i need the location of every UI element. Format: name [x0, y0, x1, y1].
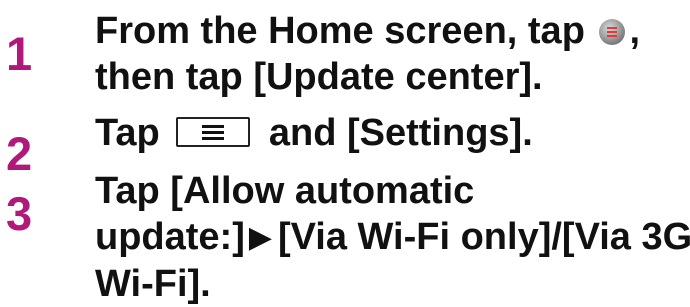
home-screen-apps-icon — [597, 12, 627, 45]
step-text-segment: then tap [Update center]. — [95, 56, 543, 98]
step-number: 2 — [6, 127, 33, 180]
menu-key-icon — [176, 117, 251, 147]
step-text-segment: update:] — [95, 216, 245, 258]
step-number: 1 — [6, 27, 33, 80]
step-text: Tap and [Settings]. — [95, 110, 685, 156]
step-text-segment: and [Settings]. — [268, 112, 533, 154]
right-triangle-arrow-icon: ▶ — [248, 221, 272, 254]
step-text-segment: Wi-Fi]. — [95, 263, 211, 305]
step-number: 3 — [6, 187, 33, 240]
step-text-segment: Tap [Allow automatic — [95, 170, 475, 212]
step-text-segment: From the Home screen, tap — [95, 10, 585, 52]
step-text: Tap [Allow automatic update:] ▶ [Via Wi-Fi… — [95, 168, 690, 307]
step-text: From the Home screen, tap , then tap [Up… — [95, 8, 685, 100]
step-text-segment: [Via Wi-Fi only]/[Via 3G/ — [277, 216, 690, 258]
step-text-segment: , — [629, 10, 641, 52]
step-text-segment: Tap — [95, 112, 160, 154]
